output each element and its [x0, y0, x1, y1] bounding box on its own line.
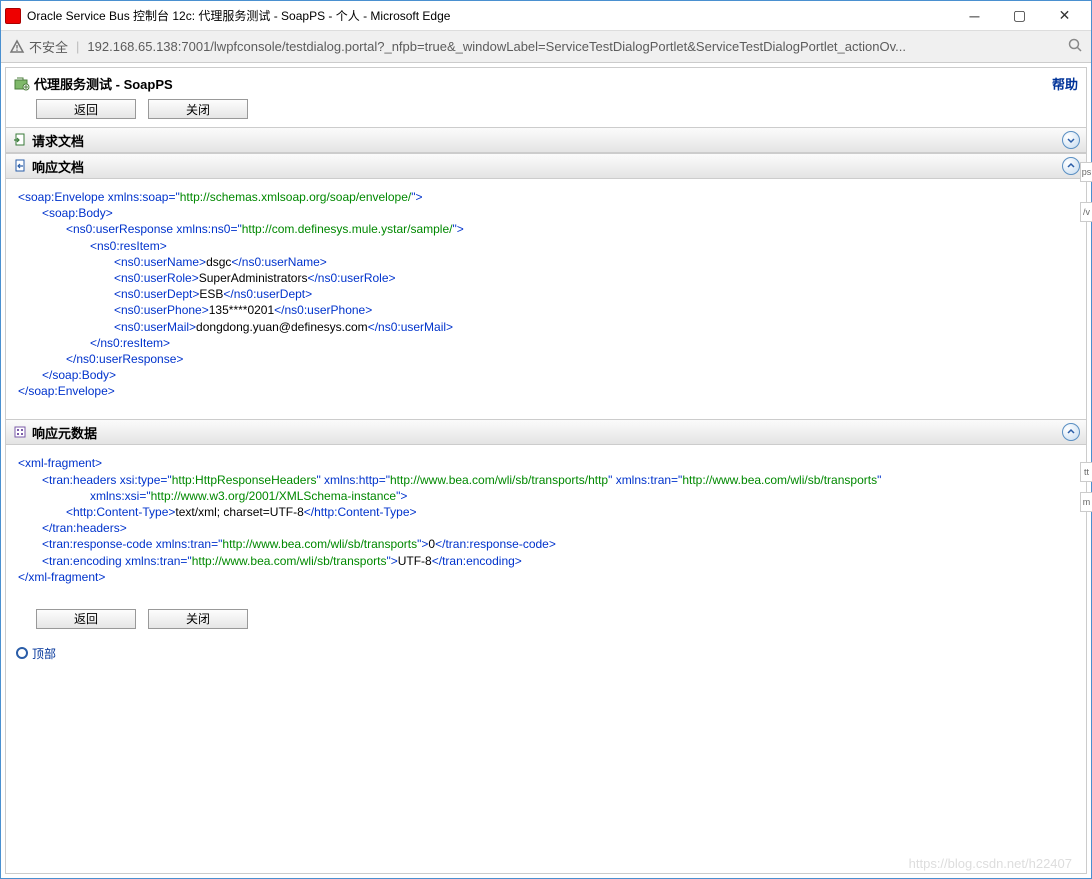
- response-xml-body: <soap:Envelope xmlns:soap="http://schema…: [6, 179, 1086, 419]
- close-button-inner[interactable]: 关闭: [148, 99, 248, 119]
- collapse-icon[interactable]: [1062, 157, 1080, 175]
- button-row-top: 返回 关闭: [6, 95, 1086, 127]
- close-button[interactable]: ✕: [1042, 1, 1087, 31]
- maximize-button[interactable]: ▢: [997, 1, 1042, 31]
- window-controls: ─ ▢ ✕: [952, 1, 1087, 31]
- back-button[interactable]: 返回: [36, 99, 136, 119]
- metadata-xml-body: <xml-fragment> <tran:headers xsi:type="h…: [6, 445, 1086, 605]
- titlebar: Oracle Service Bus 控制台 12c: 代理服务测试 - Soa…: [1, 1, 1091, 31]
- main-panel: 代理服务测试 - SoapPS 帮助 返回 关闭 请求文档: [5, 67, 1087, 874]
- button-row-bottom: 返回 关闭: [6, 605, 1086, 637]
- section-response-metadata[interactable]: 响应元数据: [6, 419, 1086, 445]
- proxy-test-icon: [14, 77, 30, 91]
- document-out-icon: [12, 159, 28, 173]
- top-link-row: 顶部: [6, 637, 1086, 670]
- request-section-title: 请求文档: [32, 131, 1062, 150]
- top-link[interactable]: 顶部: [32, 645, 56, 662]
- minimize-button[interactable]: ─: [952, 1, 997, 31]
- oracle-icon: [5, 8, 21, 24]
- metadata-section-title: 响应元数据: [32, 423, 1062, 442]
- response-section-title: 响应文档: [32, 157, 1062, 176]
- insecure-icon: [9, 39, 25, 55]
- collapse-icon[interactable]: [1062, 423, 1080, 441]
- section-request-document[interactable]: 请求文档: [6, 127, 1086, 153]
- search-icon[interactable]: [1067, 37, 1083, 56]
- url-text[interactable]: 192.168.65.138:7001/lwpfconsole/testdial…: [87, 39, 1061, 54]
- expand-icon[interactable]: [1062, 131, 1080, 149]
- page-title: 代理服务测试 - SoapPS: [34, 74, 173, 93]
- metadata-icon: [12, 425, 28, 439]
- page-title-prefix: 代理服务测试 -: [34, 77, 124, 92]
- separator: |: [76, 39, 79, 54]
- close-button-bottom[interactable]: 关闭: [148, 609, 248, 629]
- content-frame: 代理服务测试 - SoapPS 帮助 返回 关闭 请求文档: [1, 63, 1091, 878]
- address-bar: 不安全 | 192.168.65.138:7001/lwpfconsole/te…: [1, 31, 1091, 63]
- browser-window: Oracle Service Bus 控制台 12c: 代理服务测试 - Soa…: [0, 0, 1092, 879]
- back-button-bottom[interactable]: 返回: [36, 609, 136, 629]
- insecure-label: 不安全: [29, 37, 68, 56]
- document-in-icon: [12, 133, 28, 147]
- page-title-name: SoapPS: [124, 77, 173, 92]
- page-header: 代理服务测试 - SoapPS 帮助: [6, 68, 1086, 95]
- top-icon: [16, 647, 28, 659]
- help-link[interactable]: 帮助: [1052, 74, 1078, 93]
- section-response-document[interactable]: 响应文档: [6, 153, 1086, 179]
- window-title: Oracle Service Bus 控制台 12c: 代理服务测试 - Soa…: [27, 7, 952, 24]
